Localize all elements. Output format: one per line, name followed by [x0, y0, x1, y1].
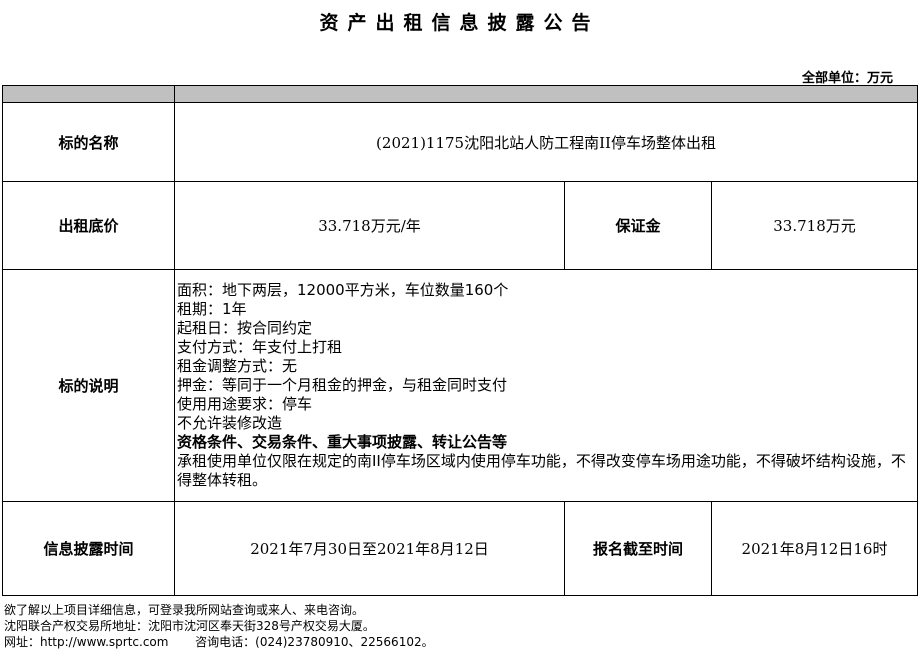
deadline-label: 报名截至时间	[564, 501, 712, 596]
footer-line: 网址：http://www.sprtc.com 咨询电话：(024)237809…	[4, 635, 434, 649]
desc-content: 面积：地下两层，12000平方米，车位数量160个 租期：1年 起租日：按合同约…	[173, 269, 919, 502]
desc-line: 租金调整方式：无	[177, 357, 298, 375]
period-label: 信息披露时间	[2, 501, 175, 596]
desc-line: 起租日：按合同约定	[177, 319, 313, 337]
desc-line: 不允许装修改造	[177, 414, 283, 432]
header-row	[2, 85, 919, 103]
page-title: 资产出租信息披露公告	[319, 12, 600, 34]
disclosure-table: 标的名称 (2021)1175沈阳北站人防工程南II停车场整体出租 出租底价 3…	[2, 85, 919, 596]
desc-line: 租期：1年	[177, 300, 247, 318]
footer-line: 沈阳联合产权交易所地址：沈阳市沈河区奉天街328号产权交易大厦。	[4, 619, 375, 633]
desc-line: 面积：地下两层，12000平方米，车位数量160个	[177, 281, 509, 299]
desc-bold-heading: 资格条件、交易条件、重大事项披露、转让公告等	[177, 433, 508, 451]
row-price: 出租底价 33.718万元/年 保证金 33.718万元	[2, 181, 919, 270]
header-cell	[2, 85, 175, 103]
name-label: 标的名称	[2, 102, 175, 182]
footer-line: 欲了解以上项目详细信息，可登录我所网站查询或来人、来电咨询。	[4, 603, 365, 617]
desc-label: 标的说明	[2, 269, 175, 502]
name-value: (2021)1175沈阳北站人防工程南II停车场整体出租	[173, 102, 919, 182]
price-label: 出租底价	[2, 181, 175, 270]
header-cell	[173, 85, 919, 103]
row-description: 标的说明 面积：地下两层，12000平方米，车位数量160个 租期：1年 起租日…	[2, 269, 919, 502]
row-name: 标的名称 (2021)1175沈阳北站人防工程南II停车场整体出租	[2, 102, 919, 182]
unit-note: 全部单位：万元	[801, 71, 893, 86]
footer-notes: 欲了解以上项目详细信息，可登录我所网站查询或来人、来电咨询。 沈阳联合产权交易所…	[4, 602, 434, 650]
price-value: 33.718万元/年	[174, 181, 565, 270]
period-value: 2021年7月30日至2021年8月12日	[174, 501, 565, 596]
desc-line: 使用用途要求：停车	[177, 395, 313, 413]
row-period: 信息披露时间 2021年7月30日至2021年8月12日 报名截至时间 2021…	[2, 501, 919, 596]
deposit-label: 保证金	[564, 181, 712, 270]
deadline-value: 2021年8月12日16时	[710, 501, 919, 596]
desc-line: 押金：等同于一个月租金的押金，与租金同时支付	[177, 376, 508, 394]
deposit-value: 33.718万元	[710, 181, 919, 270]
desc-tail: 承租使用单位仅限在规定的南II停车场区域内使用停车功能，不得改变停车场用途功能，…	[177, 452, 906, 489]
desc-line: 支付方式：年支付上打租	[177, 338, 343, 356]
